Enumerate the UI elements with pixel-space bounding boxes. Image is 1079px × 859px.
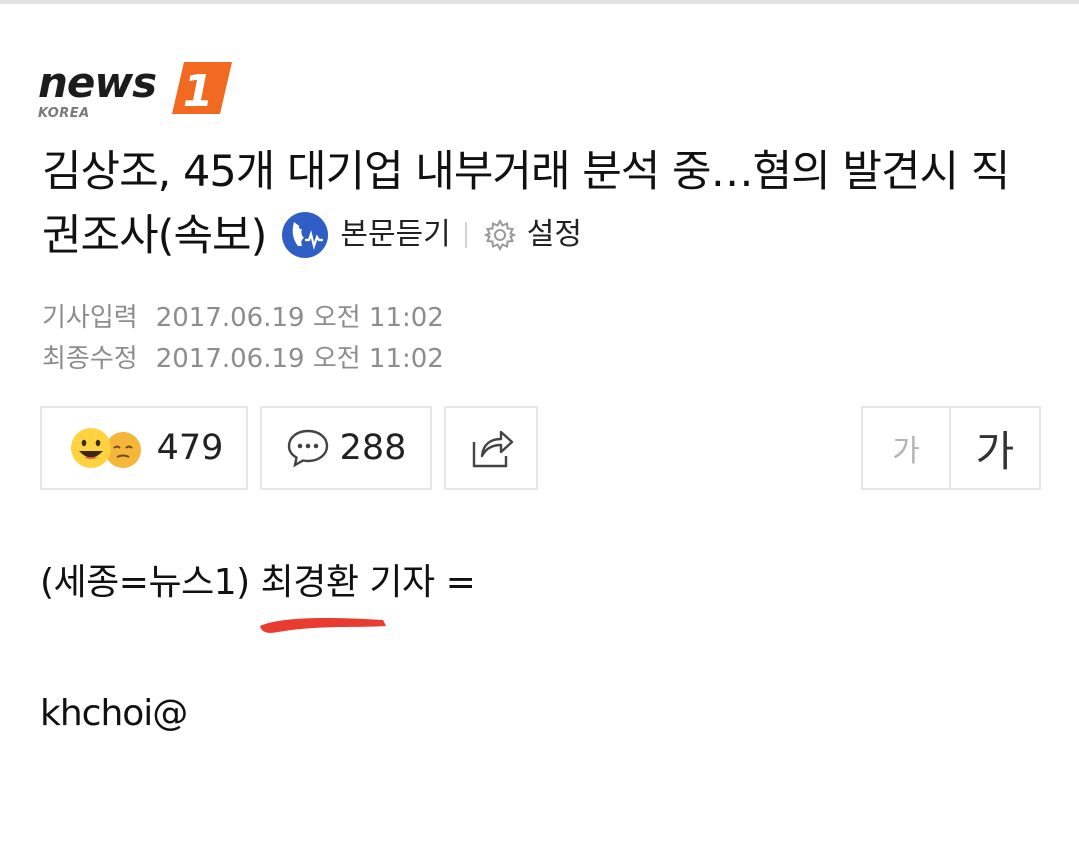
gear-icon[interactable]: [483, 218, 517, 252]
font-size-increase-button[interactable]: 가: [951, 406, 1041, 490]
input-date-label: 기사입력: [42, 303, 138, 333]
logo-badge-text: 1: [183, 66, 214, 116]
share-icon: [472, 430, 514, 468]
speaker-face-icon[interactable]: [280, 210, 330, 260]
reaction-count: 479: [156, 428, 224, 468]
reaction-button[interactable]: 479: [40, 406, 248, 490]
font-small-label: 가: [892, 434, 920, 469]
news1-logo[interactable]: news 1 KOREA: [38, 58, 238, 124]
top-divider: [0, 0, 1079, 4]
font-size-decrease-button[interactable]: 가: [861, 406, 951, 490]
logo-badge-icon: 1: [172, 62, 232, 116]
reporter-email: khchoi@: [40, 693, 188, 734]
logo-subtitle: KOREA: [38, 106, 90, 121]
comment-count: 288: [339, 428, 407, 468]
modified-date-value: 2017.06.19 오전 11:02: [155, 344, 444, 374]
article-modified-date: 최종수정 2017.06.19 오전 11:02: [42, 338, 444, 375]
tools-separator: [464, 221, 467, 248]
font-large-label: 가: [975, 426, 1015, 476]
logo-wordmark: news: [38, 58, 157, 107]
article-byline: (세종=뉴스1) 최경환 기자 =: [40, 562, 476, 603]
article-tools: 본문듣기 설정: [280, 203, 582, 267]
input-date-value: 2017.06.19 오전 11:02: [155, 303, 444, 333]
article-input-date: 기사입력 2017.06.19 오전 11:02: [42, 297, 444, 334]
tts-button-label[interactable]: 본문듣기: [340, 203, 450, 267]
red-underline-mark: [260, 618, 386, 633]
comment-button[interactable]: 288: [260, 406, 432, 490]
settings-button-label[interactable]: 설정: [527, 203, 582, 267]
modified-date-label: 최종수정: [42, 344, 138, 374]
reaction-emoji-icon: [70, 428, 141, 468]
comment-bubble-icon: [287, 429, 328, 468]
share-button[interactable]: [444, 406, 538, 490]
article-headline: 김상조, 45개 대기업 내부거래 분석 중…혐의 발견시 직권조사(속보) 본…: [42, 140, 1032, 271]
